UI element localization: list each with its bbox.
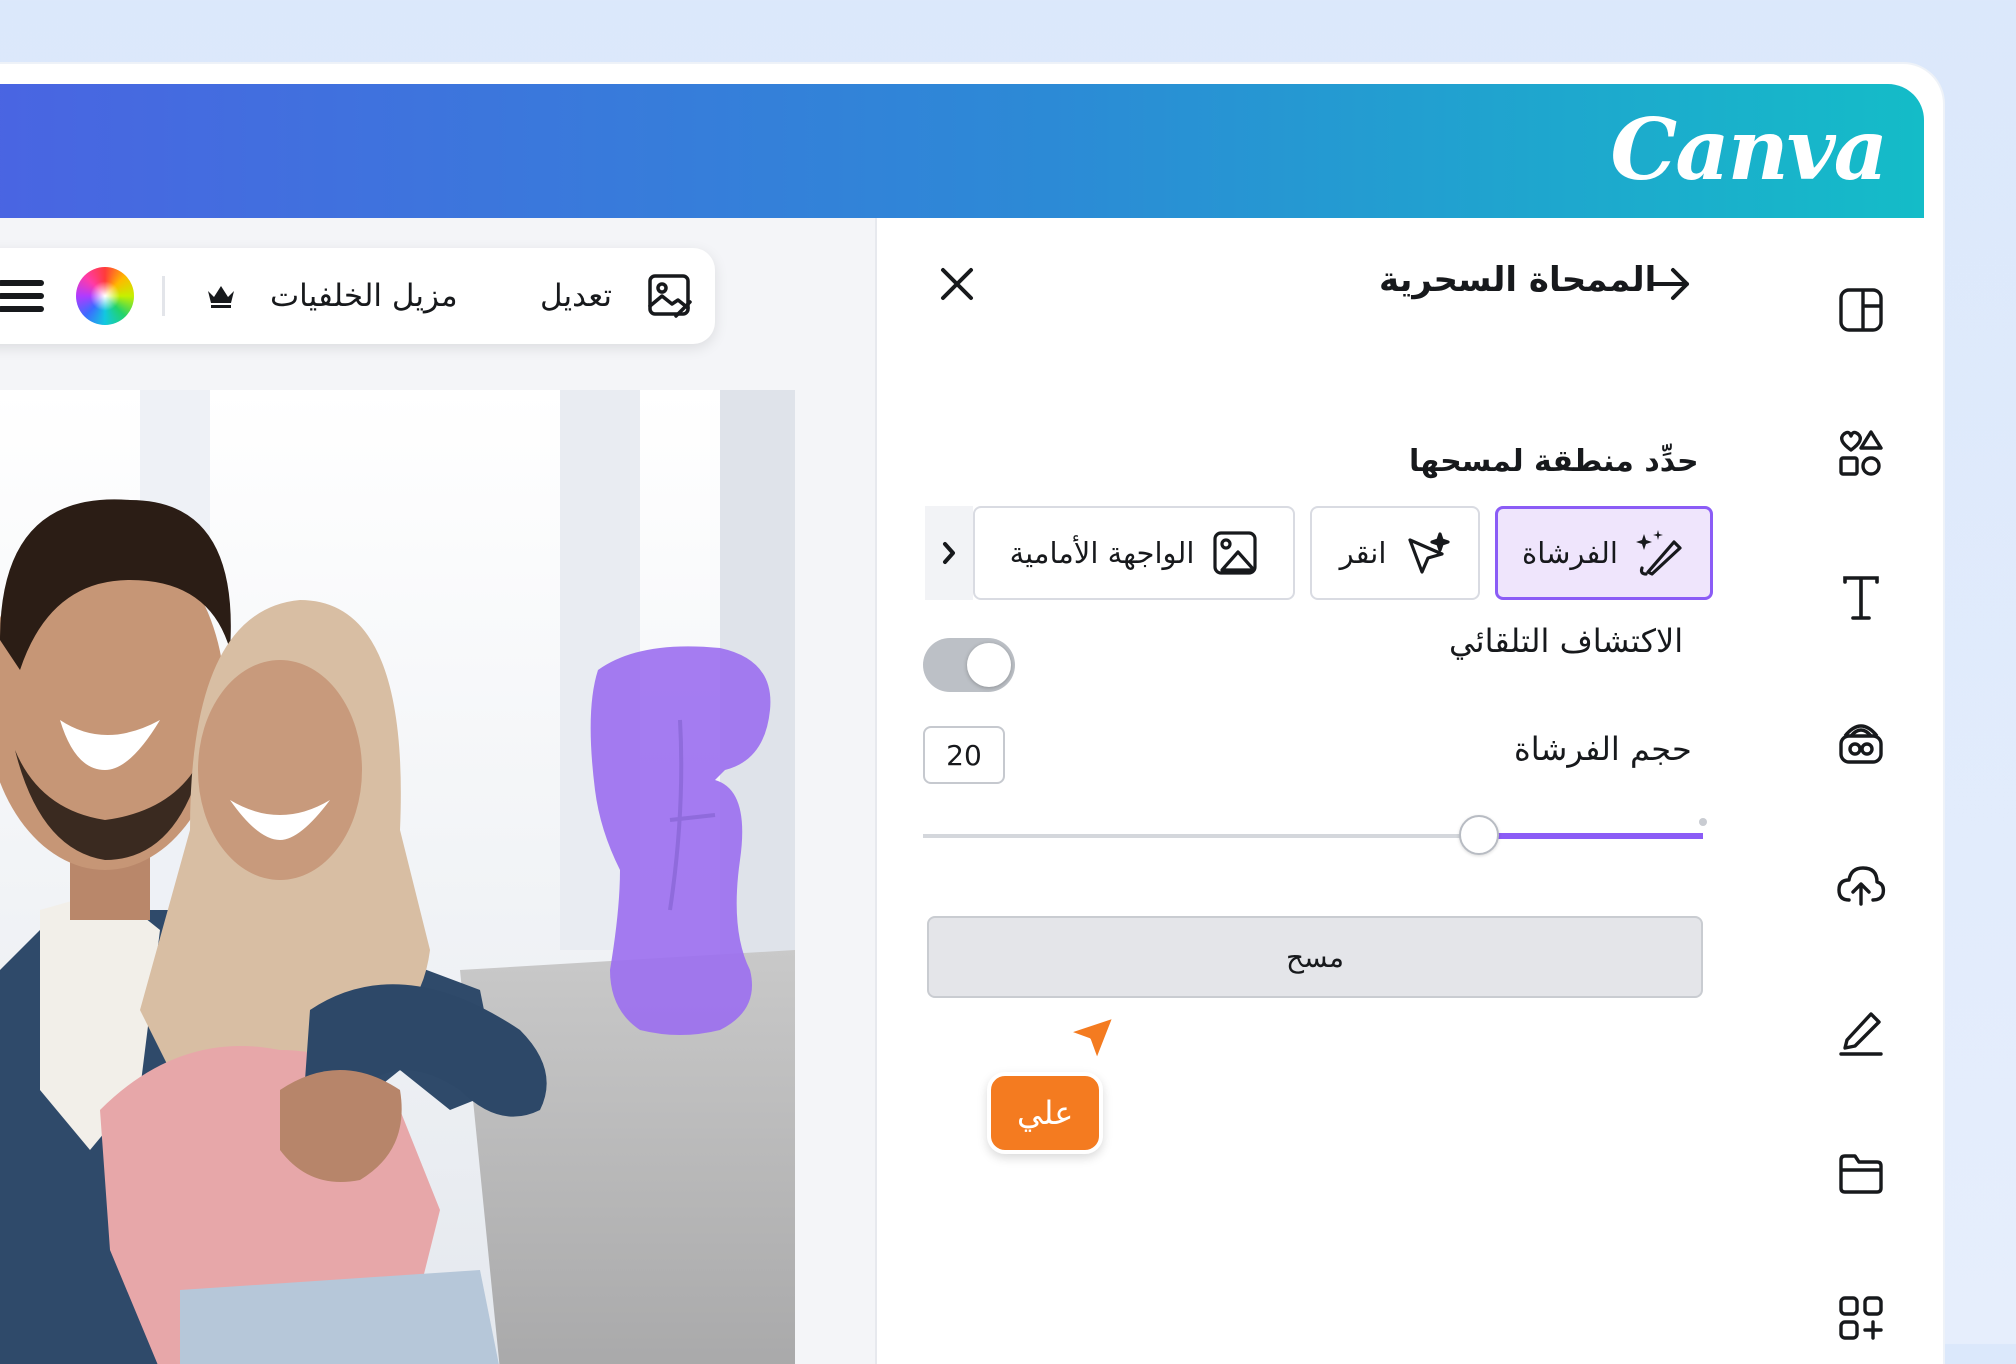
magic-click-icon bbox=[1408, 532, 1451, 574]
collaborator-cursor-icon bbox=[1063, 1012, 1119, 1072]
app-window: Canva مزيل الخلفيات تعديل الممحاة السحري… bbox=[0, 64, 1943, 1364]
brush-size-slider-fill bbox=[1475, 833, 1703, 839]
brand-icon[interactable] bbox=[1833, 714, 1889, 770]
auto-detect-label: الاكتشاف التلقائي bbox=[1449, 622, 1684, 660]
edit-image-icon[interactable] bbox=[646, 248, 694, 344]
magic-eraser-panel: الممحاة السحرية حدِّد منطقة لمسحها الواج… bbox=[875, 218, 1943, 1364]
collaborator-name-tag: علي bbox=[987, 1072, 1104, 1154]
auto-detect-toggle[interactable] bbox=[923, 638, 1015, 692]
back-arrow-icon[interactable] bbox=[1649, 264, 1693, 308]
side-rail bbox=[1801, 218, 1921, 1364]
menu-icon[interactable] bbox=[0, 248, 44, 344]
slider-end-dot bbox=[1699, 818, 1707, 826]
apps-icon[interactable] bbox=[1833, 1290, 1889, 1346]
mode-foreground[interactable]: الواجهة الأمامية bbox=[973, 506, 1295, 600]
uploads-icon[interactable] bbox=[1833, 858, 1889, 914]
top-bar: Canva bbox=[0, 84, 1924, 218]
couple-photo[interactable] bbox=[0, 390, 795, 1364]
image-toolbar: مزيل الخلفيات تعديل bbox=[0, 248, 715, 344]
scroll-left-button[interactable] bbox=[925, 506, 973, 600]
foreground-image-icon bbox=[1213, 531, 1258, 575]
elements-icon[interactable] bbox=[1833, 426, 1889, 482]
close-icon[interactable] bbox=[937, 264, 977, 308]
canva-logo[interactable]: Canva bbox=[1610, 100, 1888, 199]
crown-icon bbox=[206, 248, 236, 344]
background-remover-button[interactable]: مزيل الخلفيات bbox=[270, 248, 458, 344]
canvas-area: مزيل الخلفيات تعديل bbox=[0, 218, 875, 1364]
section-label: حدِّد منطقة لمسحها bbox=[1409, 444, 1699, 479]
mode-brush-label: الفرشاة bbox=[1522, 536, 1618, 570]
toolbar-divider bbox=[162, 276, 165, 316]
draw-icon[interactable] bbox=[1833, 1002, 1889, 1058]
color-wheel-icon[interactable] bbox=[76, 248, 134, 344]
panel-title: الممحاة السحرية bbox=[1379, 260, 1657, 300]
text-icon[interactable] bbox=[1833, 570, 1889, 626]
brush-size-label: حجم الفرشاة bbox=[1514, 730, 1692, 768]
toggle-knob bbox=[967, 643, 1011, 687]
brush-size-input[interactable]: 20 bbox=[923, 726, 1005, 784]
mode-click-label: انقر bbox=[1339, 536, 1387, 570]
erase-button[interactable]: مسح bbox=[927, 916, 1703, 998]
mode-click[interactable]: انقر bbox=[1310, 506, 1480, 600]
design-layout-icon[interactable] bbox=[1833, 282, 1889, 338]
brush-size-slider-thumb[interactable] bbox=[1459, 815, 1499, 855]
projects-folder-icon[interactable] bbox=[1833, 1146, 1889, 1202]
magic-brush-icon bbox=[1635, 530, 1682, 576]
edit-button-label[interactable]: تعديل bbox=[540, 248, 612, 344]
mode-foreground-label: الواجهة الأمامية bbox=[1009, 536, 1195, 570]
mode-brush[interactable]: الفرشاة bbox=[1495, 506, 1713, 600]
